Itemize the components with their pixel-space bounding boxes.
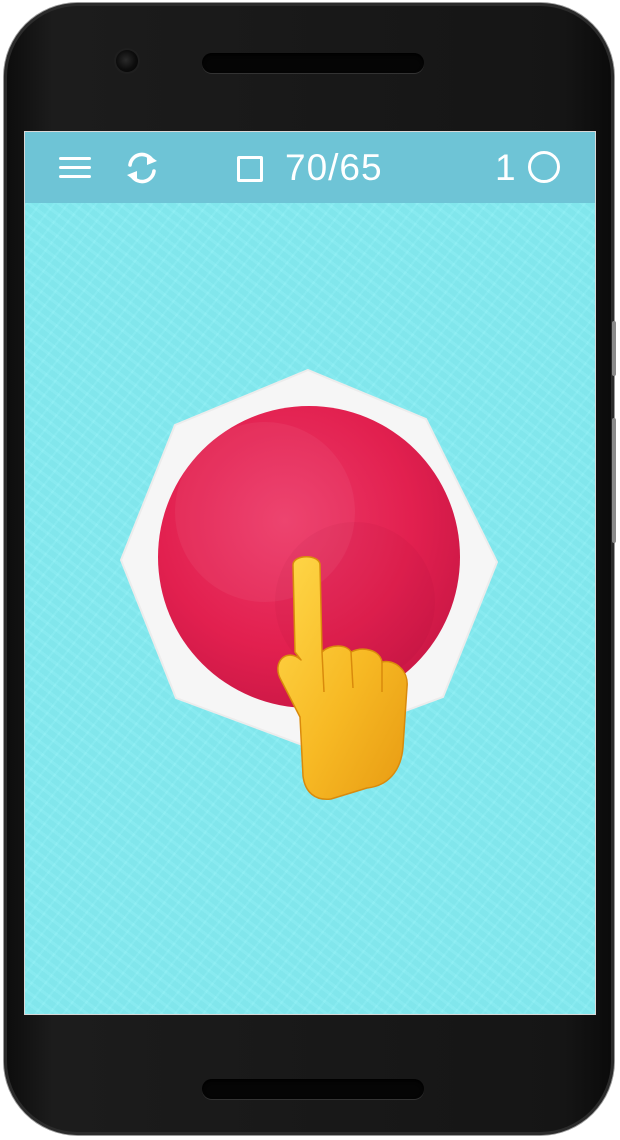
- volume-button: [612, 418, 616, 543]
- power-button: [612, 321, 616, 376]
- bottom-speaker: [202, 1079, 424, 1099]
- top-speaker: [202, 53, 424, 73]
- game-screen: 70/65 1: [24, 131, 596, 1015]
- game-stage: [119, 368, 499, 800]
- front-camera: [116, 50, 138, 72]
